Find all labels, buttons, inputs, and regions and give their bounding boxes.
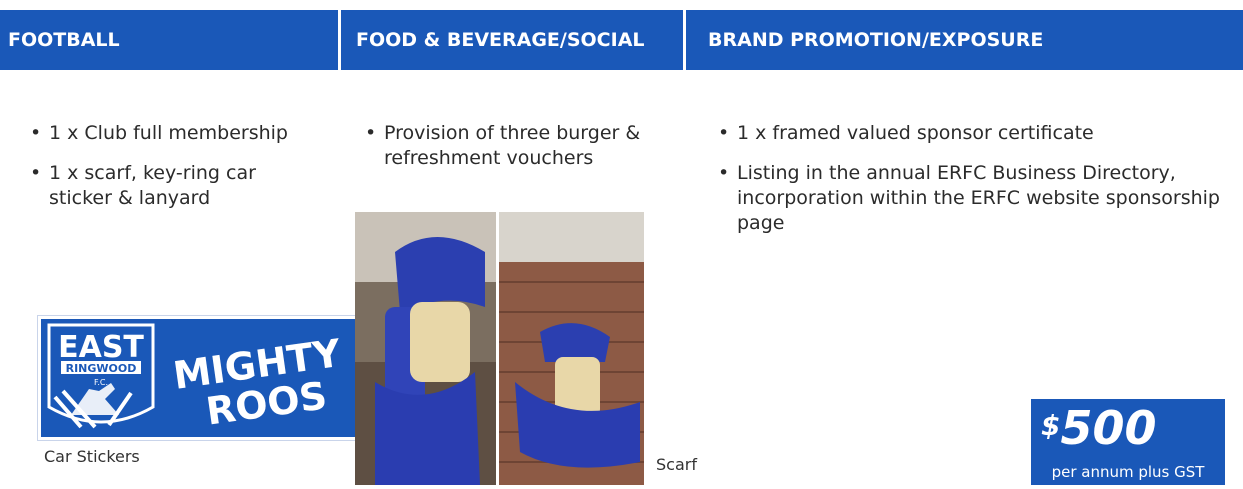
scarf-caption: Scarf bbox=[656, 455, 697, 474]
car-sticker-image: EAST RINGWOOD F.C. MIGHTY ROOS bbox=[38, 316, 374, 440]
price-amount: $500 bbox=[1041, 401, 1157, 455]
football-benefits-list: 1 x Club full membership 1 x scarf, key-… bbox=[30, 121, 340, 226]
brand-header-label: BRAND PROMOTION/EXPOSURE bbox=[708, 29, 1044, 51]
list-item: 1 x scarf, key-ring car sticker & lanyar… bbox=[30, 161, 299, 211]
football-header: FOOTBALL bbox=[0, 10, 338, 70]
list-item: 1 x framed valued sponsor certificate bbox=[718, 121, 1243, 146]
food-item-1: Provision of three burger & refreshment … bbox=[384, 122, 641, 169]
price-badge: $500 per annum plus GST bbox=[1031, 399, 1225, 485]
brand-item-1: 1 x framed valued sponsor certificate bbox=[737, 122, 1094, 144]
football-item-2: 1 x scarf, key-ring car sticker & lanyar… bbox=[49, 162, 256, 209]
brand-promotion-header: BRAND PROMOTION/EXPOSURE bbox=[686, 10, 1243, 70]
list-item: Provision of three burger & refreshment … bbox=[365, 121, 674, 171]
brand-item-2: Listing in the annual ERFC Business Dire… bbox=[737, 162, 1220, 234]
food-header-label: FOOD & BEVERAGE/SOCIAL bbox=[356, 29, 645, 51]
logo-fc-text: F.C. bbox=[94, 378, 108, 387]
food-beverage-header: FOOD & BEVERAGE/SOCIAL bbox=[341, 10, 683, 70]
currency-symbol: $ bbox=[1041, 409, 1061, 442]
list-item: 1 x Club full membership bbox=[30, 121, 340, 146]
list-item: Listing in the annual ERFC Business Dire… bbox=[718, 161, 1242, 236]
food-benefits-list: Provision of three burger & refreshment … bbox=[365, 121, 695, 186]
logo-band-text: RINGWOOD bbox=[66, 362, 137, 375]
price-note: per annum plus GST bbox=[1051, 463, 1205, 481]
football-item-1: 1 x Club full membership bbox=[49, 122, 288, 144]
price-value: 500 bbox=[1060, 401, 1157, 455]
brand-benefits-list: 1 x framed valued sponsor certificate Li… bbox=[718, 121, 1243, 251]
scarf-photo bbox=[355, 212, 644, 485]
car-stickers-caption: Car Stickers bbox=[44, 447, 140, 466]
logo-top-text: EAST bbox=[58, 330, 144, 365]
football-header-label: FOOTBALL bbox=[8, 29, 120, 51]
club-logo-icon: EAST RINGWOOD F.C. MIGHTY ROOS bbox=[47, 323, 344, 434]
